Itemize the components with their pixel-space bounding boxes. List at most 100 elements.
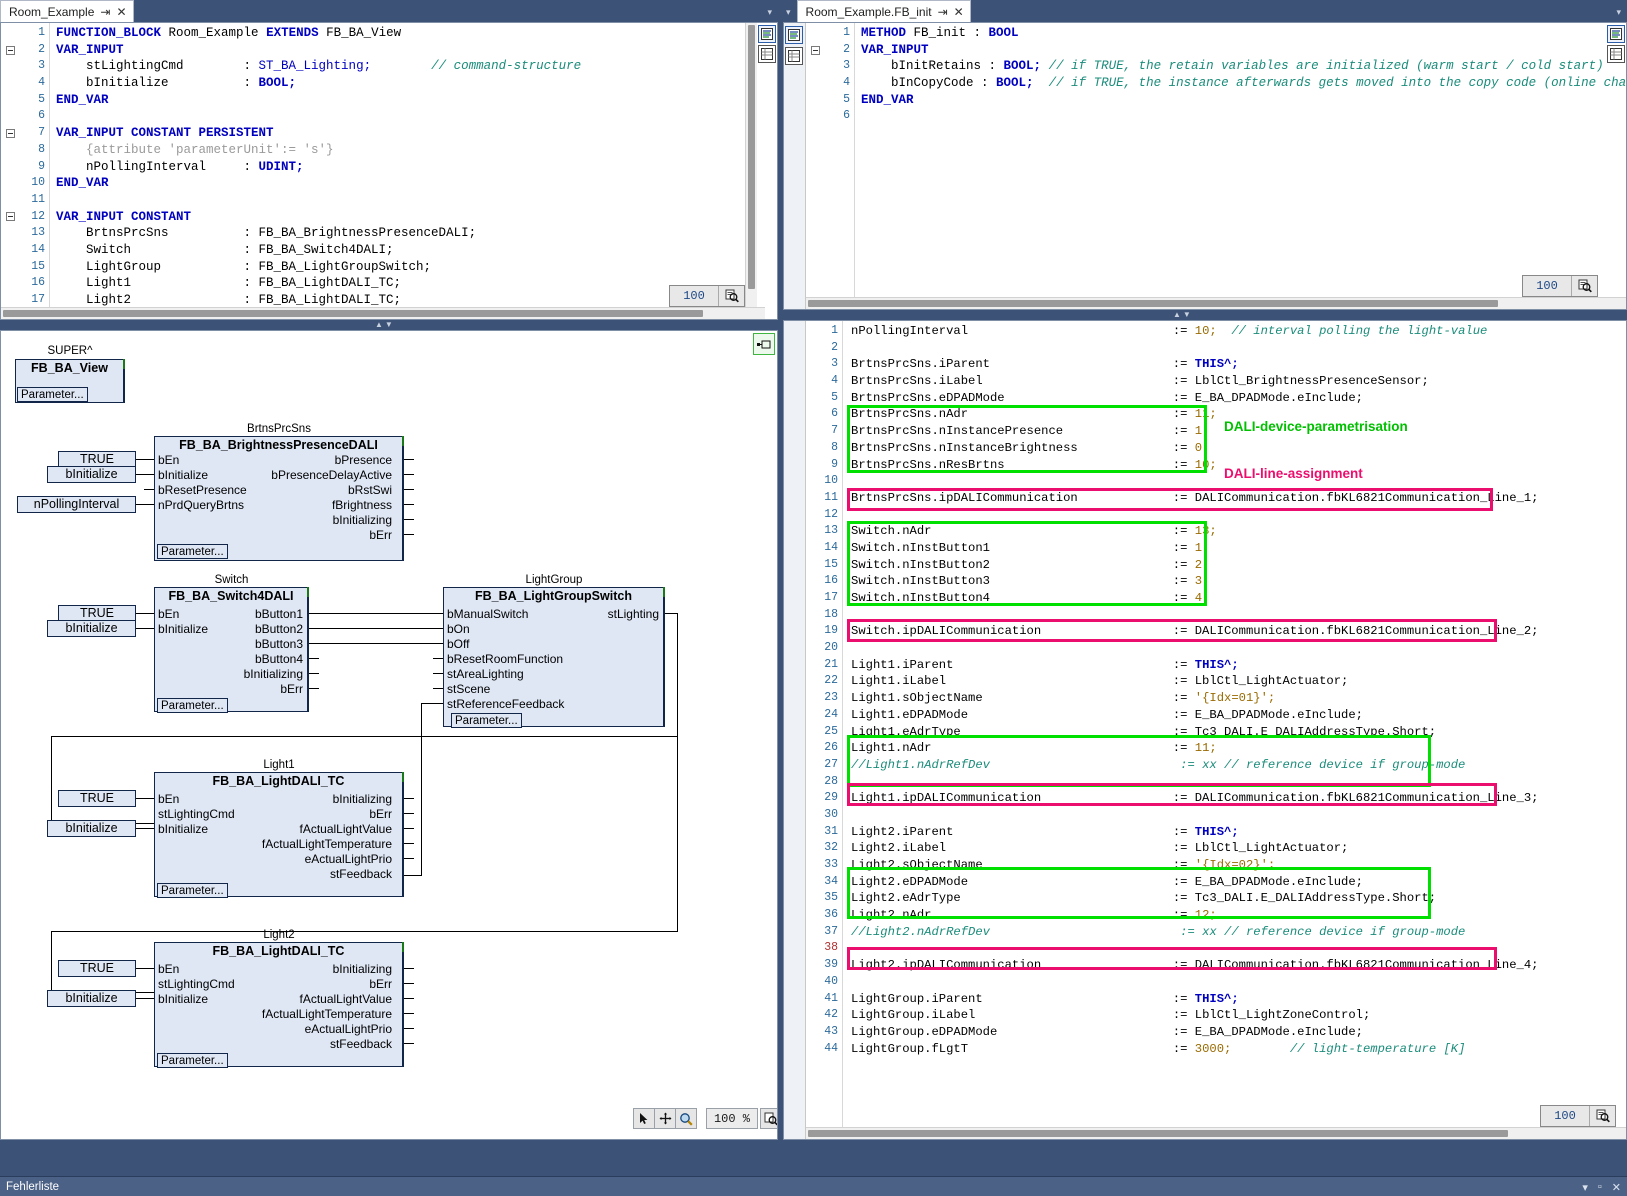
var-binitialize-brtnsprcsns[interactable]: bInitialize [47,466,136,483]
var-npollinginterval[interactable]: nPollingInterval [17,496,136,513]
fbd-canvas[interactable]: SUPER^ FB_BA_View Parameter... BrtnsPrcS… [1,331,777,1139]
var-binitialize-light2[interactable]: bInitialize [47,990,136,1007]
right-declaration-editor[interactable]: 1 2 3 4 5 6 METHOD FB_init : BOOL VAR_INPUT bI… [783,22,1627,310]
pin-icon[interactable]: ⇥ [938,6,948,18]
code-line[interactable]: {attribute 'parameterUnit':= 's'} [56,142,777,159]
code-line[interactable]: Light2.iParent := THIS^; [851,824,1626,841]
code-line[interactable]: nPollingInterval : UDINT; [56,159,777,176]
code-line[interactable]: Switch.nInstButton2 := 2; [851,557,1626,574]
code-line[interactable] [851,607,1626,624]
code-line[interactable]: Light1.nAdr := 11; [851,740,1626,757]
pin-icon[interactable]: ⇥ [100,6,110,18]
left-decl-horizontal-scrollbar[interactable] [1,307,765,319]
code-line[interactable] [851,507,1626,524]
code-line[interactable]: BrtnsPrcSns : FB_BA_BrightnessPresenceDA… [56,225,777,242]
scroll-thumb[interactable] [3,310,703,317]
left-decl-zoom-control[interactable]: 100 [669,285,745,307]
code-line[interactable]: //Light2.nAdrRefDev := xx // reference d… [851,924,1626,941]
left-code-area[interactable]: FUNCTION_BLOCK Room_Example EXTENDS FB_B… [49,23,777,319]
close-icon[interactable]: ✕ [116,6,126,18]
scroll-thumb[interactable] [808,1130,1508,1137]
var-binitialize-switch[interactable]: bInitialize [47,620,136,637]
left-declaration-editor[interactable]: 123456789101112131415161718 FUNCTION_BLO… [0,22,778,320]
code-line[interactable]: LightGroup.eDPADMode := E_BA_DPADMode.eI… [851,1024,1626,1041]
code-line[interactable]: bInitialize : BOOL; [56,75,777,92]
fbd-zoom-dropdown-magnifier-icon[interactable] [760,1108,777,1129]
code-line[interactable] [851,640,1626,657]
fold-toggle-icon[interactable] [1,209,19,226]
parameter-button-lightgroup[interactable]: Parameter... [451,713,522,728]
main-vertical-splitter[interactable] [778,0,780,1176]
right-decl-horizontal-scrollbar[interactable] [806,297,1626,309]
error-list-bar[interactable]: Fehlerliste ▾ ▫ ✕ [0,1176,1627,1196]
var-binitialize-light1[interactable]: bInitialize [47,820,136,837]
code-line[interactable]: Switch.ipDALICommunication := DALICommun… [851,623,1626,640]
code-line[interactable]: Switch.nInstButton3 := 3; [851,573,1626,590]
code-line[interactable]: END_VAR [56,175,777,192]
code-line[interactable]: BrtnsPrcSns.ipDALICommunication := DALIC… [851,490,1626,507]
right-impl-code-area[interactable]: nPollingInterval := 10; // interval poll… [842,321,1626,1139]
code-line[interactable]: Light1.eDPADMode := E_BA_DPADMode.eInclu… [851,707,1626,724]
right-decl-zoom-control[interactable]: 100 [1522,275,1598,297]
code-line[interactable]: Switch.nInstButton1 := 1; [851,540,1626,557]
code-line[interactable]: Light2.sObjectName := '{Idx=02}'; [851,857,1626,874]
parameter-button-light1[interactable]: Parameter... [157,883,228,898]
var-true-light2[interactable]: TRUE [58,960,136,977]
left-decl-vertical-scrollbar[interactable] [745,23,757,319]
code-line[interactable]: BrtnsPrcSns.iParent := THIS^; [851,356,1626,373]
code-line[interactable]: Switch.nInstButton4 := 4; [851,590,1626,607]
code-line[interactable]: BrtnsPrcSns.iLabel := LblCtl_BrightnessP… [851,373,1626,390]
code-line[interactable]: nPollingInterval := 10; // interval poll… [851,323,1626,340]
code-line[interactable] [851,974,1626,991]
code-line[interactable] [56,108,777,125]
document-outline-icon[interactable] [758,25,776,43]
tab-room-example-fb-init[interactable]: Room_Example.FB_init ⇥ ✕ [796,0,971,22]
code-line[interactable]: Switch.nAdr := 13; [851,523,1626,540]
close-icon[interactable]: ✕ [1612,1181,1621,1194]
code-line[interactable]: VAR_INPUT [861,42,1626,59]
right-horizontal-splitter[interactable]: ▲▼ [783,310,1627,320]
magnifier-icon[interactable] [1589,1106,1615,1126]
network-input-icon[interactable] [753,333,775,355]
code-line[interactable]: BrtnsPrcSns.eDPADMode := E_BA_DPADMode.e… [851,390,1626,407]
code-line[interactable]: bInitRetains : BOOL; // if TRUE, the ret… [861,58,1626,75]
code-line[interactable]: LightGroup.iParent := THIS^; [851,991,1626,1008]
code-line[interactable] [56,192,777,209]
parameter-button-switch[interactable]: Parameter... [157,698,228,713]
code-line[interactable]: Light1.eAdrType := Tc3_DALI.E_DALIAddres… [851,724,1626,741]
maximize-icon[interactable]: ▫ [1598,1181,1602,1193]
document-outline-icon[interactable] [1607,25,1625,43]
code-line[interactable]: stLightingCmd : ST_BA_Lighting; // comma… [56,58,777,75]
fold-toggle-icon[interactable] [1,42,19,59]
code-line[interactable]: //Light1.nAdrRefDev := xx // reference d… [851,757,1626,774]
fbd-bottom-toolbar[interactable]: 100 % [633,1108,777,1129]
code-line[interactable] [851,340,1626,357]
code-line[interactable]: LightGroup.fLgtT := 3000; // light-tempe… [851,1041,1626,1058]
document-outline-icon[interactable] [785,26,803,44]
left-tab-overflow-chevron-down-icon[interactable]: ▾ [761,7,778,22]
code-line[interactable]: LightGroup : FB_BA_LightGroupSwitch; [56,259,777,276]
code-line[interactable]: bInCopyCode : BOOL; // if TRUE, the inst… [861,75,1626,92]
code-line[interactable] [851,774,1626,791]
code-line[interactable]: Switch : FB_BA_Switch4DALI; [56,242,777,259]
tab-room-example[interactable]: Room_Example ⇥ ✕ [0,0,134,22]
parameter-button-light2[interactable]: Parameter... [157,1053,228,1068]
scroll-thumb[interactable] [808,300,1498,307]
code-line[interactable]: Light2.ipDALICommunication := DALICommun… [851,957,1626,974]
fbd-implementation-panel[interactable]: SUPER^ FB_BA_View Parameter... BrtnsPrcS… [0,330,778,1140]
code-line[interactable] [851,940,1626,957]
table-view-icon[interactable] [1607,45,1625,63]
code-line[interactable]: BrtnsPrcSns.nInstanceBrightness := 0; [851,440,1626,457]
right-impl-zoom-control[interactable]: 100 [1540,1105,1616,1127]
code-line[interactable] [851,807,1626,824]
code-line[interactable]: Light1.iParent := THIS^; [851,657,1626,674]
parameter-button-brtnsprcsns[interactable]: Parameter... [157,544,228,559]
right-impl-horizontal-scrollbar[interactable] [806,1127,1626,1139]
right-implementation-editor[interactable]: 1 2 3 4 5 6 7 8 9 10 11 12 13 14 15 16 17 18 19 20 21 22 23 24 2… [783,320,1627,1140]
fold-toggle-icon[interactable] [1,125,19,142]
code-line[interactable]: Light2.nAdr := 12; [851,907,1626,924]
right-tab-left-chevron-down-icon[interactable]: ▾ [780,7,797,22]
magnifier-icon[interactable] [718,286,744,306]
right-tab-overflow-chevron-down-icon[interactable]: ▾ [1610,7,1627,22]
code-line[interactable]: Light2.eDPADMode := E_BA_DPADMode.eInclu… [851,874,1626,891]
